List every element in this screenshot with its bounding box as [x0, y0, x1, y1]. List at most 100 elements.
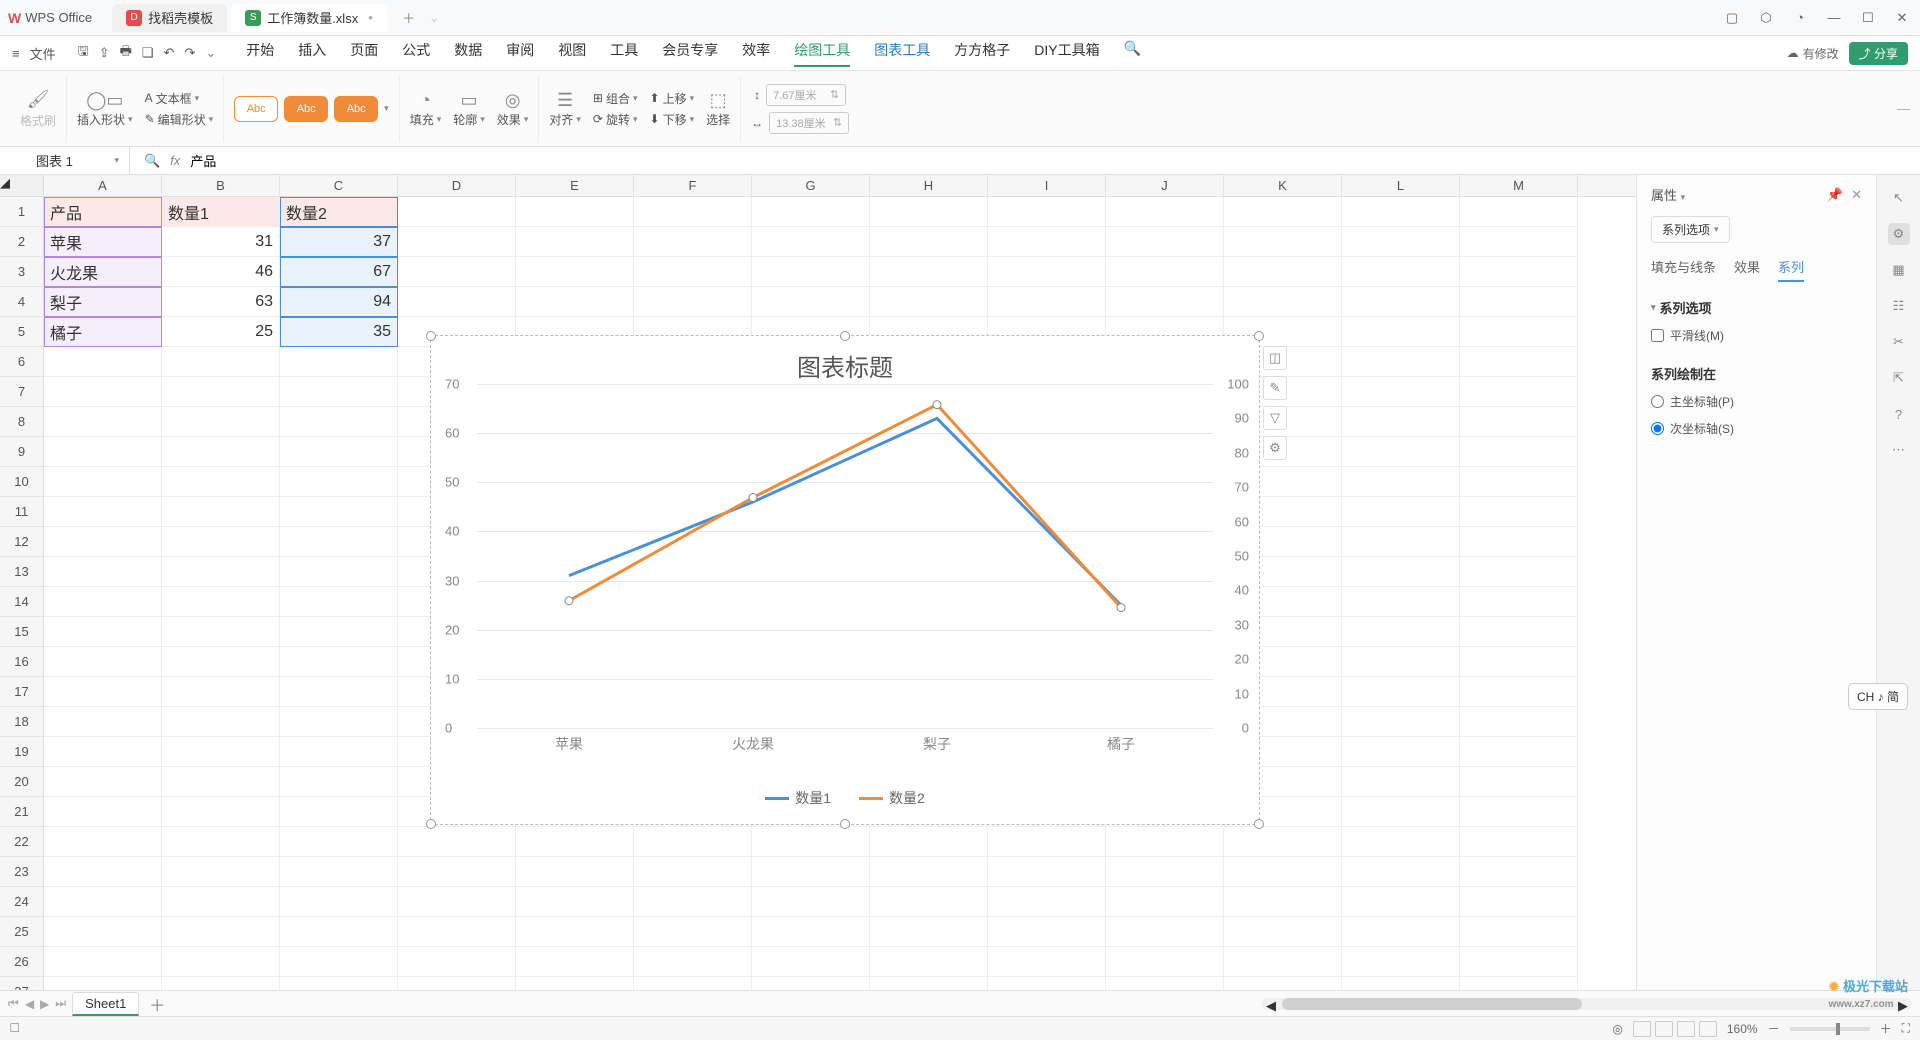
cell[interactable]	[870, 227, 988, 257]
cell[interactable]	[870, 257, 988, 287]
col-header[interactable]: I	[988, 175, 1106, 196]
cell[interactable]: 63	[162, 287, 280, 317]
row-header[interactable]: 19	[0, 737, 44, 767]
resize-handle[interactable]	[426, 819, 436, 829]
save-icon[interactable]: 🖫	[78, 42, 89, 64]
cell[interactable]	[1106, 857, 1224, 887]
cell[interactable]	[44, 887, 162, 917]
cell[interactable]	[634, 287, 752, 317]
cell[interactable]	[1460, 497, 1578, 527]
fx-icon[interactable]: fx	[170, 153, 180, 168]
col-header[interactable]: E	[516, 175, 634, 196]
cell[interactable]	[1106, 827, 1224, 857]
resize-handle[interactable]	[1254, 819, 1264, 829]
cell[interactable]	[44, 437, 162, 467]
cell[interactable]	[1342, 857, 1460, 887]
cell[interactable]	[162, 707, 280, 737]
cell[interactable]	[44, 797, 162, 827]
row-header[interactable]: 1	[0, 197, 44, 227]
cell[interactable]	[280, 497, 398, 527]
cell[interactable]	[280, 707, 398, 737]
cell[interactable]	[870, 977, 988, 990]
menu-page[interactable]: 页面	[350, 40, 378, 67]
view-normal[interactable]	[1633, 1021, 1651, 1037]
cell[interactable]	[634, 827, 752, 857]
scrollbar-thumb[interactable]	[1282, 998, 1582, 1010]
cell[interactable]	[398, 857, 516, 887]
cell[interactable]	[1342, 527, 1460, 557]
cell[interactable]	[280, 377, 398, 407]
chart-styles-button[interactable]: ✎	[1263, 376, 1287, 400]
cell[interactable]	[280, 587, 398, 617]
cell[interactable]	[1106, 257, 1224, 287]
cell[interactable]	[44, 497, 162, 527]
col-header[interactable]: J	[1106, 175, 1224, 196]
chart-settings-button[interactable]: ⚙	[1263, 436, 1287, 460]
cell[interactable]	[1224, 197, 1342, 227]
cell[interactable]	[1460, 377, 1578, 407]
chart-filter-button[interactable]: ▽	[1263, 406, 1287, 430]
undo-icon[interactable]: ↶	[164, 45, 175, 61]
cell[interactable]	[1106, 947, 1224, 977]
col-header[interactable]: A	[44, 175, 162, 196]
row-header[interactable]: 24	[0, 887, 44, 917]
cell[interactable]: 31	[162, 227, 280, 257]
resize-handle[interactable]	[840, 819, 850, 829]
cell[interactable]	[1106, 917, 1224, 947]
view-page[interactable]	[1655, 1021, 1673, 1037]
menu-view[interactable]: 视图	[558, 40, 586, 67]
row-header[interactable]: 15	[0, 617, 44, 647]
row-header[interactable]: 17	[0, 677, 44, 707]
cell[interactable]	[870, 287, 988, 317]
legend-item-1[interactable]: 数量1	[765, 788, 831, 808]
cell[interactable]	[1342, 497, 1460, 527]
cell[interactable]	[516, 887, 634, 917]
cell[interactable]	[1106, 287, 1224, 317]
cell[interactable]	[162, 977, 280, 990]
cell[interactable]	[44, 827, 162, 857]
cell[interactable]	[1342, 197, 1460, 227]
cell[interactable]	[516, 197, 634, 227]
cell[interactable]	[1342, 467, 1460, 497]
cell[interactable]	[988, 227, 1106, 257]
fill-icon[interactable]: ◔	[420, 90, 431, 111]
cell[interactable]: 数量1	[162, 197, 280, 227]
cell[interactable]	[162, 857, 280, 887]
row-header[interactable]: 2	[0, 227, 44, 257]
row-header[interactable]: 7	[0, 377, 44, 407]
cell[interactable]	[1460, 707, 1578, 737]
edit-shape-dropdown[interactable]: ✎ 编辑形状 ▾	[145, 111, 214, 128]
row-header[interactable]: 10	[0, 467, 44, 497]
cell[interactable]	[988, 947, 1106, 977]
row-header[interactable]: 16	[0, 647, 44, 677]
cell[interactable]	[1342, 587, 1460, 617]
chart-legend[interactable]: 数量1 数量2	[431, 788, 1259, 808]
col-header[interactable]: M	[1460, 175, 1578, 196]
cell[interactable]	[44, 857, 162, 887]
cell[interactable]	[516, 947, 634, 977]
cell[interactable]	[752, 257, 870, 287]
close-button[interactable]: ✕	[1892, 10, 1912, 26]
row-header[interactable]: 3	[0, 257, 44, 287]
tab-list-dropdown[interactable]: ⌄	[429, 10, 440, 26]
cell[interactable]	[1460, 887, 1578, 917]
cell[interactable]	[280, 947, 398, 977]
cell[interactable]	[516, 287, 634, 317]
subtab-effects[interactable]: 效果	[1734, 257, 1760, 282]
cell[interactable]	[1342, 677, 1460, 707]
horizontal-scrollbar[interactable]: ◀▶	[1262, 998, 1912, 1010]
resize-handle[interactable]	[840, 331, 850, 341]
select-all-corner[interactable]: ◢	[0, 175, 44, 196]
move-up-dropdown[interactable]: ⬆ 上移 ▾	[650, 90, 695, 107]
cell[interactable]	[44, 707, 162, 737]
legend-item-2[interactable]: 数量2	[859, 788, 925, 808]
cell[interactable]	[634, 227, 752, 257]
menu-review[interactable]: 审阅	[506, 40, 534, 67]
cell[interactable]	[280, 797, 398, 827]
cell[interactable]	[1342, 317, 1460, 347]
cell[interactable]	[1342, 377, 1460, 407]
fullscreen-icon[interactable]: ⛶	[1902, 1021, 1910, 1036]
effects-icon[interactable]: ◎	[505, 90, 521, 111]
col-header[interactable]: C	[280, 175, 398, 196]
align-icon[interactable]: ☰	[557, 90, 573, 111]
